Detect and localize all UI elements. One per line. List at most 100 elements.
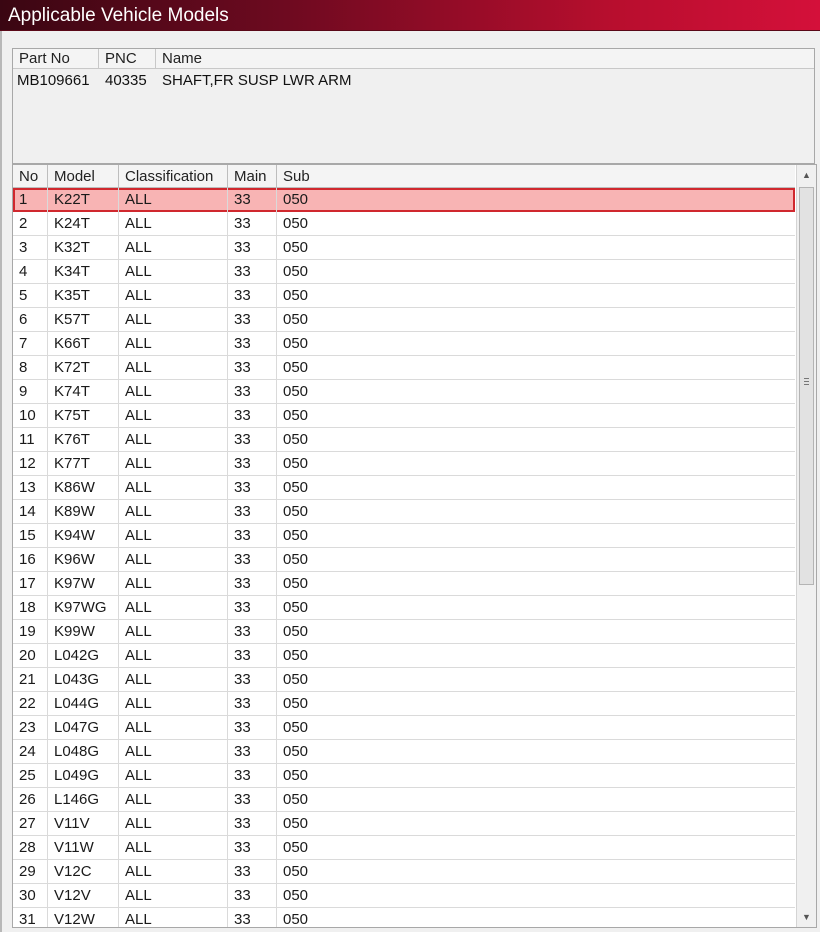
cell-no: 13 bbox=[13, 476, 48, 500]
table-row[interactable]: 21 L043G ALL 33 050 bbox=[13, 668, 795, 692]
cell-main: 33 bbox=[228, 836, 277, 860]
table-row[interactable]: 11 K76T ALL 33 050 bbox=[13, 428, 795, 452]
table-row[interactable]: 19 K99W ALL 33 050 bbox=[13, 620, 795, 644]
table-row[interactable]: 18 K97WG ALL 33 050 bbox=[13, 596, 795, 620]
header-model[interactable]: Model bbox=[48, 165, 119, 188]
cell-classification: ALL bbox=[119, 308, 228, 332]
cell-no: 19 bbox=[13, 620, 48, 644]
cell-sub: 050 bbox=[283, 359, 309, 376]
cell-classification: ALL bbox=[119, 860, 228, 884]
cell-main: 33 bbox=[228, 692, 277, 716]
cell-sub: 050 bbox=[283, 767, 309, 784]
cell-sub: 050 bbox=[283, 911, 309, 928]
scroll-down-arrow-icon[interactable]: ▼ bbox=[797, 907, 816, 927]
table-row[interactable]: 28 V11W ALL 33 050 bbox=[13, 836, 795, 860]
header-part-no[interactable]: Part No bbox=[13, 49, 99, 69]
table-row[interactable]: 23 L047G ALL 33 050 bbox=[13, 716, 795, 740]
table-row[interactable]: 6 K57T ALL 33 050 bbox=[13, 308, 795, 332]
cell-classification: ALL bbox=[119, 476, 228, 500]
cell-no: 5 bbox=[13, 284, 48, 308]
header-main[interactable]: Main bbox=[228, 165, 277, 188]
header-sub[interactable]: Sub bbox=[277, 165, 795, 188]
table-row[interactable]: 12 K77T ALL 33 050 bbox=[13, 452, 795, 476]
table-row[interactable]: 7 K66T ALL 33 050 bbox=[13, 332, 795, 356]
cell-sub: 050 bbox=[283, 719, 309, 736]
table-row[interactable]: 22 L044G ALL 33 050 bbox=[13, 692, 795, 716]
models-table: No Model Classification Main Sub 1 K22T AL… bbox=[12, 164, 817, 928]
table-row[interactable]: 4 K34T ALL 33 050 bbox=[13, 260, 795, 284]
cell-sub: 050 bbox=[283, 503, 309, 520]
scroll-up-arrow-icon[interactable]: ▲ bbox=[797, 165, 816, 185]
cell-classification: ALL bbox=[119, 524, 228, 548]
cell-main: 33 bbox=[228, 452, 277, 476]
table-row[interactable]: 5 K35T ALL 33 050 bbox=[13, 284, 795, 308]
scrollbar-thumb[interactable] bbox=[799, 187, 814, 585]
table-row[interactable]: 25 L049G ALL 33 050 bbox=[13, 764, 795, 788]
cell-classification: ALL bbox=[119, 236, 228, 260]
cell-classification: ALL bbox=[119, 380, 228, 404]
cell-main: 33 bbox=[228, 884, 277, 908]
cell-main: 33 bbox=[228, 380, 277, 404]
cell-model: K24T bbox=[48, 212, 119, 236]
cell-classification: ALL bbox=[119, 548, 228, 572]
vertical-scrollbar[interactable]: ▲ ▼ bbox=[796, 165, 816, 927]
cell-main: 33 bbox=[228, 428, 277, 452]
cell-no: 10 bbox=[13, 404, 48, 428]
cell-model: K35T bbox=[48, 284, 119, 308]
scrollbar-grip-icon bbox=[804, 378, 809, 387]
cell-no: 14 bbox=[13, 500, 48, 524]
cell-model: L048G bbox=[48, 740, 119, 764]
cell-no: 29 bbox=[13, 860, 48, 884]
header-classification[interactable]: Classification bbox=[119, 165, 228, 188]
window-titlebar[interactable]: Applicable Vehicle Models bbox=[0, 0, 820, 31]
table-row[interactable]: 2 K24T ALL 33 050 bbox=[13, 212, 795, 236]
part-name-value: SHAFT,FR SUSP LWR ARM bbox=[162, 72, 352, 89]
cell-classification: ALL bbox=[119, 332, 228, 356]
cell-model: K86W bbox=[48, 476, 119, 500]
cell-model: K22T bbox=[48, 188, 119, 212]
cell-classification: ALL bbox=[119, 500, 228, 524]
header-pnc[interactable]: PNC bbox=[99, 49, 156, 69]
cell-main: 33 bbox=[228, 668, 277, 692]
table-row[interactable]: 17 K97W ALL 33 050 bbox=[13, 572, 795, 596]
table-row[interactable]: 27 V11V ALL 33 050 bbox=[13, 812, 795, 836]
table-row[interactable]: 24 L048G ALL 33 050 bbox=[13, 740, 795, 764]
table-row[interactable]: 15 K94W ALL 33 050 bbox=[13, 524, 795, 548]
cell-model: K94W bbox=[48, 524, 119, 548]
cell-no: 12 bbox=[13, 452, 48, 476]
cell-model: L043G bbox=[48, 668, 119, 692]
cell-no: 26 bbox=[13, 788, 48, 812]
cell-model: K89W bbox=[48, 500, 119, 524]
cell-main: 33 bbox=[228, 620, 277, 644]
table-row[interactable]: 3 K32T ALL 33 050 bbox=[13, 236, 795, 260]
cell-sub: 050 bbox=[283, 575, 309, 592]
table-row[interactable]: 9 K74T ALL 33 050 bbox=[13, 380, 795, 404]
table-row[interactable]: 20 L042G ALL 33 050 bbox=[13, 644, 795, 668]
table-row[interactable]: 1 K22T ALL 33 050 bbox=[13, 188, 795, 212]
table-row[interactable]: 31 V12W ALL 33 050 bbox=[13, 908, 795, 928]
cell-main: 33 bbox=[228, 332, 277, 356]
header-no[interactable]: No bbox=[13, 165, 48, 188]
part-info-row[interactable]: MB109661 40335 SHAFT,FR SUSP LWR ARM bbox=[13, 71, 814, 91]
cell-main: 33 bbox=[228, 812, 277, 836]
cell-no: 2 bbox=[13, 212, 48, 236]
table-row[interactable]: 8 K72T ALL 33 050 bbox=[13, 356, 795, 380]
cell-sub: 050 bbox=[283, 671, 309, 688]
cell-main: 33 bbox=[228, 860, 277, 884]
table-row[interactable]: 13 K86W ALL 33 050 bbox=[13, 476, 795, 500]
table-row[interactable]: 26 L146G ALL 33 050 bbox=[13, 788, 795, 812]
table-row[interactable]: 10 K75T ALL 33 050 bbox=[13, 404, 795, 428]
table-row[interactable]: 14 K89W ALL 33 050 bbox=[13, 500, 795, 524]
header-name[interactable]: Name bbox=[156, 49, 816, 69]
cell-classification: ALL bbox=[119, 812, 228, 836]
cell-classification: ALL bbox=[119, 764, 228, 788]
table-row[interactable]: 29 V12C ALL 33 050 bbox=[13, 860, 795, 884]
cell-sub: 050 bbox=[283, 407, 309, 424]
table-row[interactable]: 16 K96W ALL 33 050 bbox=[13, 548, 795, 572]
cell-no: 7 bbox=[13, 332, 48, 356]
cell-classification: ALL bbox=[119, 596, 228, 620]
cell-no: 20 bbox=[13, 644, 48, 668]
cell-classification: ALL bbox=[119, 452, 228, 476]
cell-model: K66T bbox=[48, 332, 119, 356]
table-row[interactable]: 30 V12V ALL 33 050 bbox=[13, 884, 795, 908]
